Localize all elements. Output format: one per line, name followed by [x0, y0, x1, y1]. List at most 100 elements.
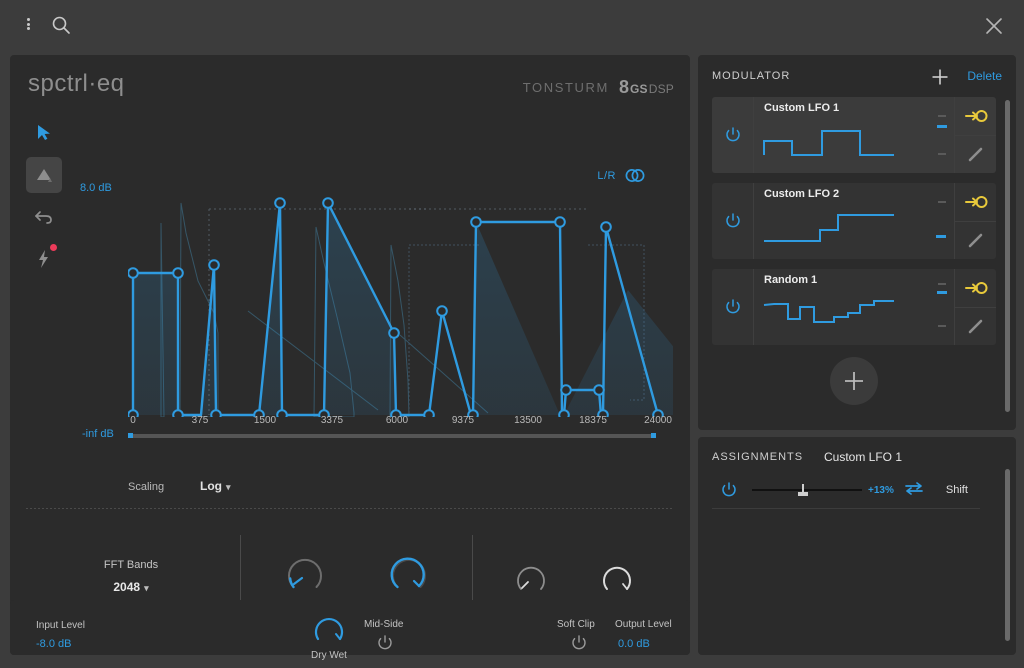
- modulator-list: Custom LFO 1 Custom LFO 2 Random 1: [712, 97, 996, 417]
- assign-target-icon[interactable]: [955, 97, 996, 135]
- assignment-power-icon[interactable]: [712, 481, 746, 499]
- divider: [712, 508, 980, 509]
- chevron-down-icon: ▾: [226, 482, 231, 492]
- add-modulator-button[interactable]: [926, 63, 954, 91]
- output-level-value[interactable]: 0.0 dB: [618, 638, 650, 650]
- input-level-value[interactable]: -8.0 dB: [36, 638, 71, 650]
- modulator-body[interactable]: Random 1: [754, 269, 954, 345]
- brand-vendor: TONSTURM: [522, 80, 609, 95]
- plus-circle-icon: [845, 372, 863, 390]
- modulator-name: Random 1: [764, 274, 818, 286]
- axis-tick: 6000: [385, 415, 409, 426]
- custom-staircase-lfo-waveform: [764, 214, 894, 242]
- modulator-power-icon[interactable]: [712, 97, 754, 173]
- axis-tick: 24000: [644, 415, 672, 426]
- scaling-row: Scaling Log ▾: [10, 470, 690, 510]
- modulator-body[interactable]: Custom LFO 2: [754, 183, 954, 259]
- soft-clip-power-icon[interactable]: [570, 634, 588, 657]
- fft-bands-label: FFT Bands: [103, 559, 159, 571]
- add-modulator-circle-button[interactable]: [830, 357, 878, 405]
- slider-handle-low[interactable]: [128, 433, 133, 438]
- channel-mode-toggle[interactable]: L/R: [597, 168, 646, 183]
- axis-tick: 18375: [579, 415, 607, 426]
- modulator-name: Custom LFO 2: [764, 188, 840, 200]
- delete-modulator-button[interactable]: Delete: [967, 69, 1002, 83]
- axis-tick: 1500: [253, 415, 277, 426]
- mid-side-power-icon[interactable]: [376, 634, 394, 657]
- input-level-label: Input Level: [36, 620, 85, 631]
- modulator-header: MODULATOR: [712, 70, 791, 82]
- db-scale-bottom: -inf dB: [82, 428, 114, 440]
- eq-panel: spctrl·eq TONSTURM 8 GS DSP L/R 8.0 dB -…: [10, 55, 690, 655]
- assignments-header: ASSIGNMENTS: [712, 451, 804, 463]
- assignment-amount-slider[interactable]: [752, 483, 862, 497]
- brand-dsp-text: DSP: [648, 82, 674, 96]
- frequency-axis: 0 375 1500 3375 6000 9375 13500 18375 24…: [120, 415, 680, 431]
- output-level-label: Output Level: [615, 619, 672, 630]
- knob-dial-icon: [288, 558, 322, 589]
- eq-curve-graph[interactable]: [128, 185, 673, 417]
- modulator-row[interactable]: Custom LFO 2: [712, 183, 996, 259]
- slider-handle-high[interactable]: [651, 433, 656, 438]
- assignment-parameter-name: Shift: [945, 484, 968, 496]
- fft-bands-dropdown[interactable]: 2048 ▾: [100, 580, 162, 594]
- kebab-menu-icon[interactable]: [20, 16, 36, 32]
- divider: [26, 508, 674, 509]
- modulator-row[interactable]: Custom LFO 1: [712, 97, 996, 173]
- scaling-label: Scaling: [128, 481, 165, 493]
- lightning-bolt-icon: [39, 250, 48, 268]
- channel-mode-label: L/R: [597, 169, 616, 182]
- modulator-scrollbar[interactable]: [1005, 100, 1010, 412]
- bipolar-arrows-icon[interactable]: [904, 481, 924, 500]
- chevron-down-icon: ▾: [144, 583, 149, 593]
- node-tool[interactable]: [26, 157, 62, 193]
- assign-target-icon[interactable]: [955, 269, 996, 307]
- axis-tick: 375: [191, 415, 209, 426]
- brand-mark-icon: 8: [618, 77, 629, 97]
- custom-square-lfo-waveform: [763, 130, 894, 156]
- modulator-power-icon[interactable]: [712, 183, 754, 259]
- modulator-body[interactable]: Custom LFO 1: [754, 97, 954, 173]
- scaling-value: Log: [200, 479, 222, 493]
- undo-tool[interactable]: [26, 199, 62, 235]
- pencil-icon[interactable]: [955, 220, 996, 260]
- assignment-row[interactable]: +13% Shift: [712, 475, 982, 509]
- modulator-actions: [954, 269, 996, 345]
- knob-dial-icon: [314, 618, 344, 641]
- pencil-icon[interactable]: [955, 306, 996, 346]
- assignments-target: Custom LFO 1: [824, 450, 903, 464]
- axis-tick: 9375: [451, 415, 475, 426]
- modulator-name: Custom LFO 1: [764, 102, 840, 114]
- level-range-slider[interactable]: [128, 432, 656, 440]
- soft-clip-label: Soft Clip: [557, 619, 595, 630]
- eq-curve-svg: [128, 197, 673, 417]
- assignments-scrollbar[interactable]: [1005, 469, 1010, 641]
- fft-bands-value: 2048: [113, 580, 141, 594]
- modulator-range-marks: [934, 195, 948, 247]
- footer-bar: Input Level -8.0 dB Dry Wet Mid-Side Sof…: [10, 600, 690, 661]
- alert-dot-icon: [50, 244, 57, 251]
- plugin-window: spctrl·eq TONSTURM 8 GS DSP L/R 8.0 dB -…: [0, 0, 1024, 668]
- window-chrome: [0, 0, 1024, 48]
- brand-gsdsp: 8 GS DSP: [619, 77, 674, 98]
- assign-target-icon[interactable]: [955, 183, 996, 221]
- page-title: spctrl·eq: [28, 70, 125, 97]
- slider-track: [128, 434, 656, 438]
- bolt-tool[interactable]: [26, 241, 62, 277]
- scaling-dropdown[interactable]: Log ▾: [200, 479, 231, 493]
- slider-handle[interactable]: [798, 484, 808, 496]
- cursor-arrow-icon: [38, 125, 50, 140]
- undo-arrow-icon: [35, 211, 52, 224]
- tool-strip: [26, 115, 66, 283]
- brand-gs-text: GS: [629, 82, 648, 96]
- db-scale-top: 8.0 dB: [80, 182, 112, 194]
- modulator-power-icon[interactable]: [712, 269, 754, 345]
- knob-dry-wet[interactable]: Dry Wet: [306, 612, 352, 661]
- modulator-row[interactable]: Random 1: [712, 269, 996, 345]
- modulator-range-marks: [934, 109, 948, 161]
- pointer-tool[interactable]: [26, 115, 62, 151]
- pencil-icon[interactable]: [955, 134, 996, 174]
- assignments-panel: ASSIGNMENTS Custom LFO 1 +13% Shift: [698, 437, 1016, 655]
- close-icon[interactable]: [982, 14, 1006, 38]
- search-icon[interactable]: [50, 14, 72, 36]
